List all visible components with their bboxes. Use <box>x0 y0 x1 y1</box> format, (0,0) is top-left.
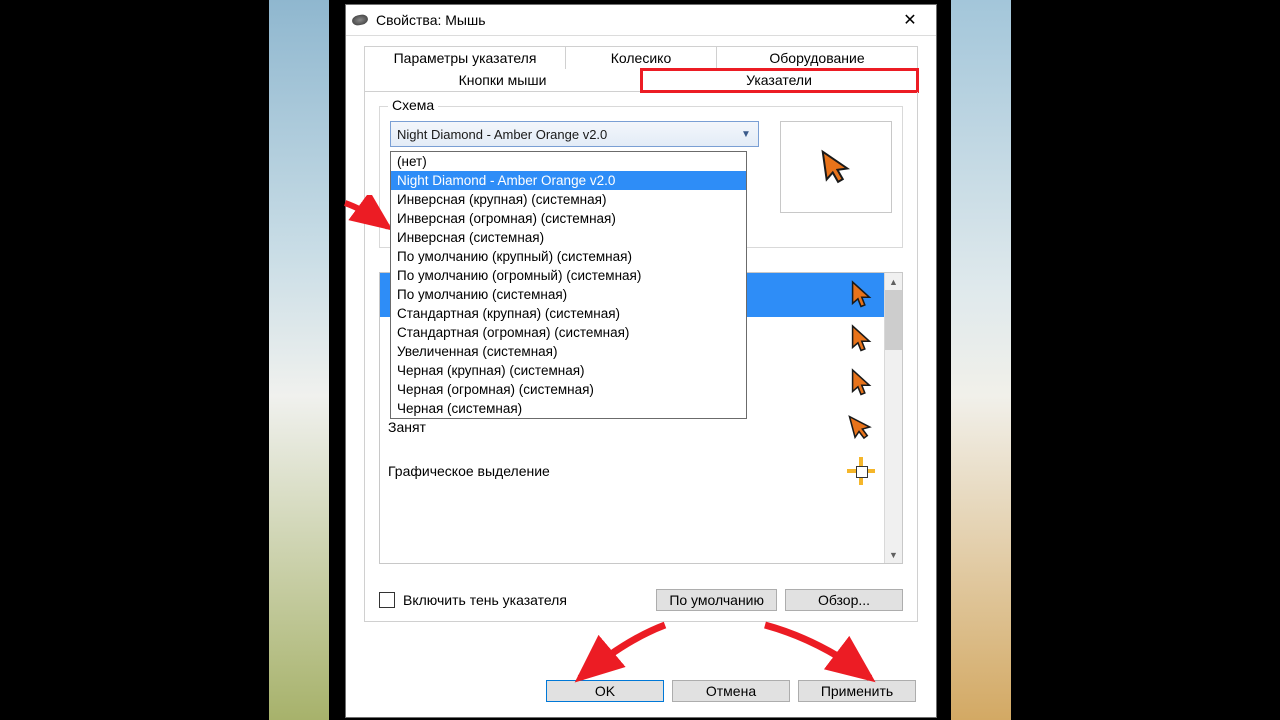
scroll-down-button[interactable]: ▼ <box>885 546 902 563</box>
scheme-option[interactable]: Черная (системная) <box>391 399 746 418</box>
pointer-shadow-label: Включить тень указателя <box>403 592 648 608</box>
scheme-preview <box>780 121 892 213</box>
scheme-option[interactable]: Инверсная (крупная) (системная) <box>391 190 746 209</box>
scheme-dropdown-list[interactable]: (нет) Night Diamond - Amber Orange v2.0 … <box>390 151 747 419</box>
scheme-option[interactable]: Черная (крупная) (системная) <box>391 361 746 380</box>
scheme-option[interactable]: По умолчанию (огромный) (системная) <box>391 266 746 285</box>
cursor-preview-icon <box>819 148 853 186</box>
chevron-down-icon: ▼ <box>738 126 754 142</box>
scroll-track[interactable] <box>885 350 902 546</box>
scheme-option[interactable]: Стандартная (огромная) (системная) <box>391 323 746 342</box>
apply-button[interactable]: Применить <box>798 680 916 702</box>
scheme-combobox-value: Night Diamond - Amber Orange v2.0 <box>397 127 607 142</box>
use-default-button[interactable]: По умолчанию <box>656 589 777 611</box>
scheme-option[interactable]: Черная (огромная) (системная) <box>391 380 746 399</box>
tab-hardware[interactable]: Оборудование <box>717 46 918 69</box>
scheme-option[interactable]: Стандартная (крупная) (системная) <box>391 304 746 323</box>
stage: Свойства: Мышь ✕ Параметры указателя Кол… <box>0 0 1280 720</box>
tab-buttons[interactable]: Кнопки мыши <box>364 69 641 92</box>
cursor-background-icon <box>846 368 876 398</box>
cursor-normal-icon <box>846 280 876 310</box>
titlebar[interactable]: Свойства: Мышь ✕ <box>346 5 936 36</box>
tab-wheel[interactable]: Колесико <box>566 46 717 69</box>
cursor-precision-icon <box>846 456 876 486</box>
mouse-properties-dialog: Свойства: Мышь ✕ Параметры указателя Кол… <box>345 4 937 718</box>
cursor-busy-icon <box>846 412 876 442</box>
tab-pointer-options[interactable]: Параметры указателя <box>364 46 566 69</box>
browse-button[interactable]: Обзор... <box>785 589 903 611</box>
pointer-shadow-checkbox[interactable] <box>379 592 395 608</box>
scheme-group: Схема Night Diamond - Amber Orange v2.0 … <box>379 106 903 248</box>
scroll-up-button[interactable]: ▲ <box>885 273 902 290</box>
scroll-thumb[interactable] <box>885 290 902 350</box>
scheme-option[interactable]: По умолчанию (крупный) (системная) <box>391 247 746 266</box>
list-item[interactable]: Графическое выделение <box>380 449 884 493</box>
scheme-option[interactable]: (нет) <box>391 152 746 171</box>
list-scrollbar[interactable]: ▲ ▼ <box>884 273 902 563</box>
ok-button[interactable]: OK <box>546 680 664 702</box>
close-icon: ✕ <box>903 10 916 30</box>
scheme-option[interactable]: Night Diamond - Amber Orange v2.0 <box>391 171 746 190</box>
dialog-title: Свойства: Мышь <box>376 12 486 28</box>
dialog-footer: OK Отмена Применить <box>346 665 936 717</box>
scheme-option[interactable]: По умолчанию (системная) <box>391 285 746 304</box>
scheme-legend: Схема <box>388 97 438 113</box>
scheme-option[interactable]: Увеличенная (системная) <box>391 342 746 361</box>
list-item-label: Занят <box>388 419 846 435</box>
close-button[interactable]: ✕ <box>890 6 930 34</box>
mouse-icon <box>351 13 369 26</box>
scheme-combobox[interactable]: Night Diamond - Amber Orange v2.0 ▼ <box>390 121 759 147</box>
cancel-button[interactable]: Отмена <box>672 680 790 702</box>
cursor-help-icon <box>846 324 876 354</box>
scheme-option[interactable]: Инверсная (системная) <box>391 228 746 247</box>
tabs: Параметры указателя Колесико Оборудовани… <box>364 46 918 92</box>
tab-pointers[interactable]: Указатели <box>641 69 918 92</box>
background-right <box>951 0 1011 720</box>
tab-panel: Схема Night Diamond - Amber Orange v2.0 … <box>364 92 918 622</box>
background-left <box>269 0 329 720</box>
scheme-option[interactable]: Инверсная (огромная) (системная) <box>391 209 746 228</box>
shadow-row: Включить тень указателя По умолчанию Обз… <box>379 589 903 611</box>
list-item-label: Графическое выделение <box>388 463 846 479</box>
